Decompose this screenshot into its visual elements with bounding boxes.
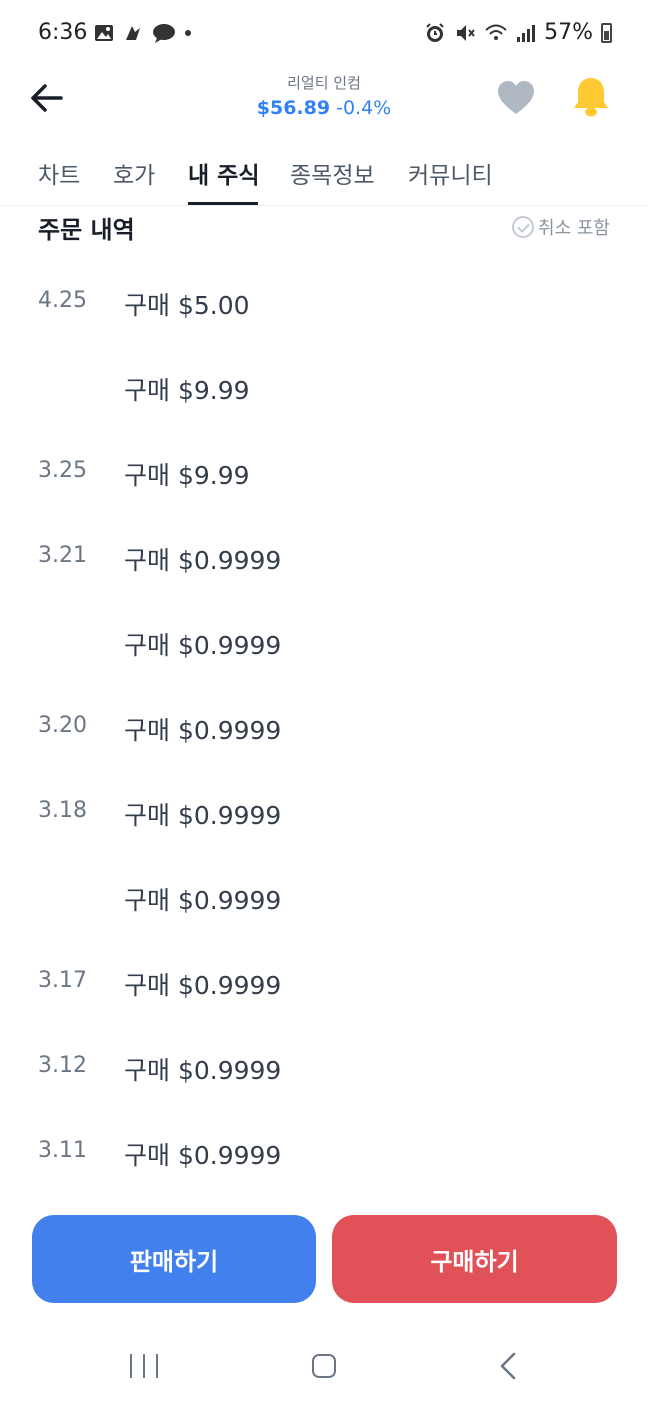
order-description: 구매 $9.99 <box>124 461 250 490</box>
list-item[interactable]: 3.17 구매 $0.9999 <box>0 968 648 1028</box>
notification-icons <box>94 22 192 44</box>
list-item[interactable]: 3.20 구매 $0.9999 <box>0 713 648 773</box>
favorite-button[interactable] <box>496 80 536 116</box>
tab-chart[interactable]: 차트 <box>38 156 80 190</box>
order-description: 구매 $0.9999 <box>124 546 282 575</box>
order-history-header: 주문 내역 취소 포함 <box>38 208 610 248</box>
recent-apps-button[interactable] <box>130 1354 158 1378</box>
list-item[interactable]: 4.25 구매 $5.00 <box>0 288 648 348</box>
active-tab-indicator <box>188 202 258 205</box>
back-nav-icon[interactable] <box>498 1352 518 1380</box>
order-description: 구매 $0.9999 <box>124 1141 282 1170</box>
signal-icon <box>517 24 536 42</box>
system-nav-bar <box>0 1330 648 1404</box>
order-description: 구매 $0.9999 <box>124 971 282 1000</box>
check-circle-icon <box>512 216 535 238</box>
tab-orderbook[interactable]: 호가 <box>113 156 155 190</box>
order-date: 4.25 <box>38 288 87 313</box>
order-date: 3.18 <box>38 798 87 823</box>
list-item[interactable]: 3.12 구매 $0.9999 <box>0 1053 648 1113</box>
include-cancelled-label: 취소 포함 <box>538 218 610 239</box>
alert-button[interactable] <box>572 76 610 118</box>
status-bar: 6:36 57% <box>0 0 648 70</box>
stock-summary: 리얼티 인컴 $56.89 -0.4% <box>0 72 648 119</box>
include-cancelled-toggle[interactable]: 취소 포함 <box>512 214 610 240</box>
list-item[interactable]: 구매 $9.99 <box>0 373 648 433</box>
order-date: 3.17 <box>38 968 87 993</box>
alarm-icon <box>426 22 444 42</box>
chat-icon <box>153 24 175 43</box>
stock-change: -0.4% <box>336 97 392 119</box>
list-item[interactable]: 3.21 구매 $0.9999 <box>0 543 648 603</box>
home-button[interactable] <box>312 1354 336 1378</box>
mute-icon <box>457 24 475 41</box>
system-icons: 57% <box>424 20 612 45</box>
tab-stock-info[interactable]: 종목정보 <box>290 156 375 190</box>
stock-price: $56.89 <box>256 97 331 119</box>
order-date: 3.20 <box>38 713 87 738</box>
list-item[interactable]: 3.11 구매 $0.9999 <box>0 1138 648 1198</box>
stock-tabs: 차트 호가 내 주식 종목정보 커뮤니티 <box>0 140 648 206</box>
order-date: 3.21 <box>38 543 87 568</box>
gallery-icon <box>95 25 113 41</box>
order-description: 구매 $9.99 <box>124 376 250 405</box>
stock-price-line: $56.89 -0.4% <box>0 97 648 119</box>
order-description: 구매 $5.00 <box>124 291 250 320</box>
order-date: 3.25 <box>38 458 87 483</box>
order-description: 구매 $0.9999 <box>124 801 282 830</box>
status-time: 6:36 <box>38 20 88 45</box>
list-item[interactable]: 3.25 구매 $9.99 <box>0 458 648 518</box>
order-description: 구매 $0.9999 <box>124 886 282 915</box>
tab-my-stock[interactable]: 내 주식 <box>188 156 260 190</box>
more-notifications-icon <box>185 30 191 36</box>
bell-icon <box>574 78 608 117</box>
app-notification-icon <box>126 26 140 40</box>
stock-header: 리얼티 인컴 $56.89 -0.4% <box>0 66 648 130</box>
buy-button[interactable]: 구매하기 <box>332 1215 617 1303</box>
order-description: 구매 $0.9999 <box>124 716 282 745</box>
order-history-title: 주문 내역 <box>38 216 135 244</box>
order-description: 구매 $0.9999 <box>124 631 282 660</box>
list-item[interactable]: 3.18 구매 $0.9999 <box>0 798 648 858</box>
battery-icon <box>601 22 612 43</box>
order-description: 구매 $0.9999 <box>124 1056 282 1085</box>
list-item[interactable]: 구매 $0.9999 <box>0 883 648 943</box>
heart-icon <box>498 81 534 114</box>
stock-name: 리얼티 인컴 <box>287 74 361 92</box>
wifi-icon <box>485 24 507 40</box>
tab-community[interactable]: 커뮤니티 <box>408 156 493 190</box>
battery-percent: 57% <box>544 20 593 45</box>
order-date: 3.11 <box>38 1138 87 1163</box>
sell-button[interactable]: 판매하기 <box>32 1215 316 1303</box>
order-date: 3.12 <box>38 1053 87 1078</box>
list-item[interactable]: 구매 $0.9999 <box>0 628 648 688</box>
